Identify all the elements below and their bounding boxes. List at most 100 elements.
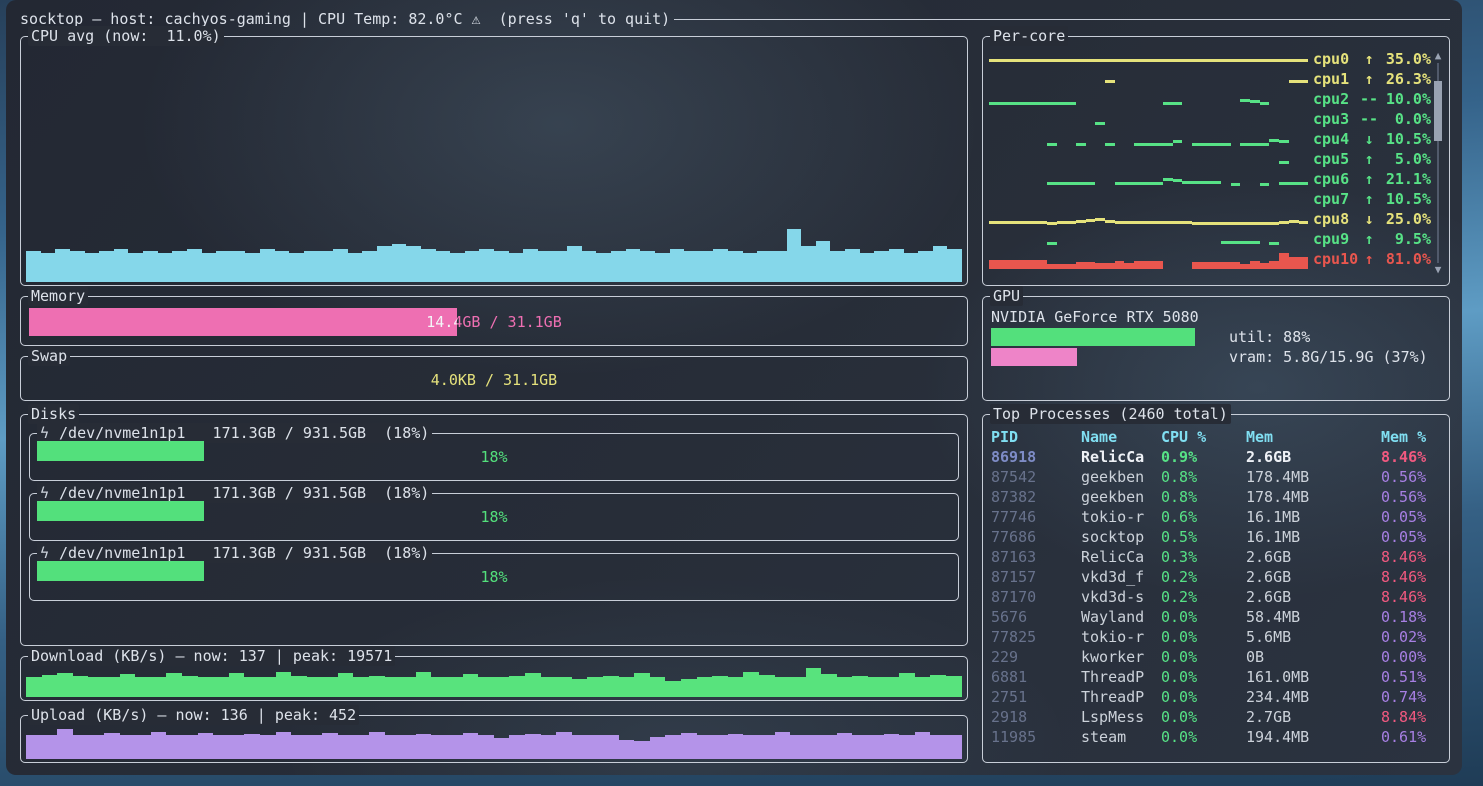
- spark-bar: [1202, 69, 1212, 89]
- spark-bar: [743, 663, 759, 697]
- spark-bar-fill: [1221, 241, 1231, 244]
- process-row[interactable]: 86918RelicCa0.9%2.6GB8.46%: [991, 447, 1445, 467]
- spark-bar-fill: [1299, 182, 1309, 185]
- spark-bar-fill: [385, 677, 401, 697]
- per-core-scrollbar[interactable]: ▲ ▼: [1431, 49, 1445, 279]
- spark-bar: [275, 43, 290, 282]
- spark-bar: [1008, 249, 1018, 269]
- spark-bar-fill: [1221, 59, 1231, 62]
- spark-bar: [587, 663, 603, 697]
- spark-bar-fill: [1240, 264, 1250, 269]
- spark-bar-fill: [1173, 221, 1183, 224]
- spark-bar: [1269, 149, 1279, 169]
- spark-bar: [1250, 49, 1260, 69]
- spark-bar: [1221, 149, 1231, 169]
- spark-bar: [1269, 129, 1279, 149]
- memory-panel: Memory 14.4GB / 31.1GB 14.4GB / 31.1GB: [20, 296, 968, 346]
- process-row[interactable]: 87157vkd3d_f0.2%2.6GB8.46%: [991, 567, 1445, 587]
- spark-bar: [1047, 129, 1057, 149]
- spark-bar: [369, 663, 385, 697]
- spark-bar-fill: [1076, 59, 1086, 62]
- spark-bar-fill: [1153, 143, 1163, 146]
- spark-bar: [1192, 249, 1202, 269]
- spark-bar-fill: [400, 677, 416, 697]
- spark-bar-fill: [1173, 140, 1183, 143]
- spark-bar: [989, 49, 999, 69]
- process-row[interactable]: 2751ThreadP0.0%234.4MB0.74%: [991, 687, 1445, 707]
- spark-bar: [713, 43, 728, 282]
- scrollbar-thumb[interactable]: [1434, 81, 1442, 141]
- spark-bar: [1260, 49, 1270, 69]
- process-row[interactable]: 87542geekben0.8%178.4MB0.56%: [991, 467, 1445, 487]
- spark-bar: [304, 43, 319, 282]
- core-trend-arrow-icon: ↑: [1359, 169, 1379, 189]
- spark-bar: [1260, 69, 1270, 89]
- spark-bar: [1105, 129, 1115, 149]
- spark-bar: [1173, 109, 1183, 129]
- core-label: cpu2: [1313, 89, 1359, 109]
- memory-gauge: 14.4GB / 31.1GB 14.4GB / 31.1GB: [29, 308, 959, 336]
- process-mem: 58.4MB: [1246, 607, 1381, 627]
- spark-bar-fill: [1260, 143, 1270, 146]
- spark-bar: [1018, 189, 1028, 209]
- spark-bar-fill: [1095, 218, 1105, 221]
- spark-bar: [229, 722, 245, 759]
- spark-bar-fill: [362, 251, 377, 282]
- spark-bar: [999, 229, 1009, 249]
- process-row[interactable]: 77825tokio-r0.0%5.6MB0.02%: [991, 627, 1445, 647]
- process-row[interactable]: 87382geekben0.8%178.4MB0.56%: [991, 487, 1445, 507]
- spark-bar: [1299, 149, 1309, 169]
- per-core-panel: Per-core cpu0↑35.0%cpu1↑26.3%cpu2--10.0%…: [982, 36, 1450, 286]
- spark-bar: [999, 69, 1009, 89]
- spark-bar: [1153, 109, 1163, 129]
- spark-bar-fill: [509, 253, 524, 282]
- spark-bar: [42, 722, 58, 759]
- spark-bar: [1095, 209, 1105, 229]
- spark-bar-fill: [1299, 59, 1309, 62]
- spark-bar-fill: [830, 251, 845, 282]
- process-cpu-pct: 0.8%: [1161, 467, 1246, 487]
- spark-bar: [1134, 249, 1144, 269]
- process-row[interactable]: 11985steam0.0%194.4MB0.61%: [991, 727, 1445, 747]
- spark-bar-fill: [369, 676, 385, 697]
- spark-bar: [665, 663, 681, 697]
- spark-bar: [1221, 229, 1231, 249]
- spark-bar-fill: [1153, 221, 1163, 224]
- spark-bar: [1153, 249, 1163, 269]
- spark-bar: [1134, 109, 1144, 129]
- spark-bar: [1115, 49, 1125, 69]
- process-row[interactable]: 77686socktop0.5%16.1MB0.05%: [991, 527, 1445, 547]
- spark-bar: [899, 663, 915, 697]
- spark-bar-fill: [596, 253, 611, 282]
- spark-bar: [1153, 89, 1163, 109]
- core-trend-arrow-icon: ↓: [1359, 209, 1379, 229]
- process-row[interactable]: 87163RelicCa0.3%2.6GB8.46%: [991, 547, 1445, 567]
- process-row[interactable]: 2918LspMess0.0%2.7GB8.84%: [991, 707, 1445, 727]
- process-row[interactable]: 77746tokio-r0.6%16.1MB0.05%: [991, 507, 1445, 527]
- spark-bar: [1260, 169, 1270, 189]
- process-row[interactable]: 5676Wayland0.0%58.4MB0.18%: [991, 607, 1445, 627]
- spark-bar: [1240, 229, 1250, 249]
- spark-bar-fill: [1182, 59, 1192, 62]
- process-cpu-pct: 0.9%: [1161, 447, 1246, 467]
- process-name: kworker: [1081, 647, 1161, 667]
- process-row[interactable]: 87170vkd3d-s0.2%2.6GB8.46%: [991, 587, 1445, 607]
- spark-bar: [1008, 129, 1018, 149]
- spark-bar-fill: [1289, 80, 1299, 83]
- spark-bar-fill: [899, 735, 915, 759]
- left-column: CPU avg (now: 11.0%) Memory 14.4GB / 31.…: [20, 36, 968, 763]
- core-label: cpu0: [1313, 49, 1359, 69]
- spark-bar-fill: [166, 673, 182, 697]
- process-row[interactable]: 229kworker0.0%0B0.00%: [991, 647, 1445, 667]
- spark-bar-fill: [322, 677, 338, 697]
- spark-bar: [860, 43, 875, 282]
- spark-bar: [1153, 209, 1163, 229]
- scroll-up-arrow-icon[interactable]: ▲: [1435, 49, 1442, 63]
- spark-bar: [918, 43, 933, 282]
- spark-bar: [1173, 129, 1183, 149]
- spark-bar-fill: [989, 102, 999, 105]
- process-row[interactable]: 6881ThreadP0.0%161.0MB0.51%: [991, 667, 1445, 687]
- scrollbar-track[interactable]: [1434, 63, 1442, 263]
- scroll-down-arrow-icon[interactable]: ▼: [1435, 263, 1442, 277]
- spark-bar-fill: [276, 672, 292, 697]
